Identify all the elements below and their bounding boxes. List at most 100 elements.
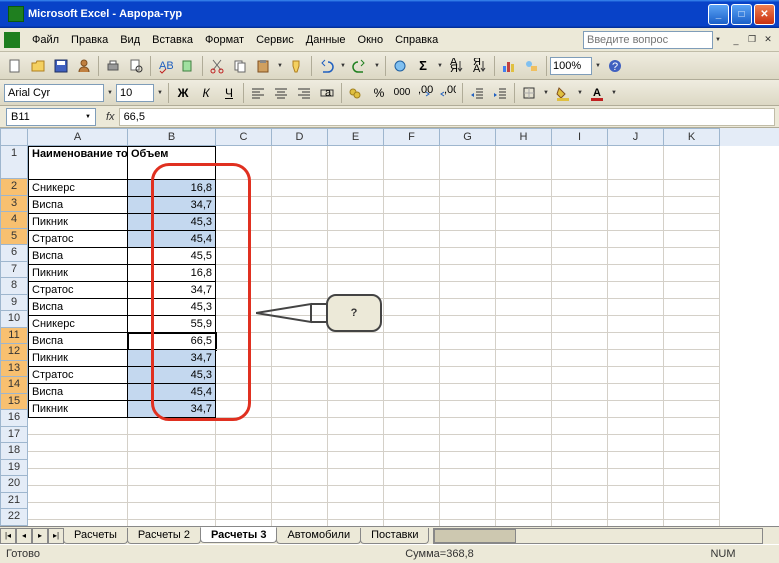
cell-empty[interactable]	[328, 452, 384, 469]
cell-empty[interactable]	[272, 486, 328, 503]
permissions-button[interactable]	[73, 55, 95, 77]
cell-empty[interactable]	[216, 231, 272, 248]
row-header-15[interactable]: 15	[0, 394, 28, 411]
cell-A6[interactable]: Виспа	[28, 248, 128, 265]
cell-empty[interactable]	[664, 350, 720, 367]
row-header-5[interactable]: 5	[0, 229, 28, 246]
cell-empty[interactable]	[664, 231, 720, 248]
app-menu-icon[interactable]	[4, 32, 20, 48]
cell-A18[interactable]	[28, 452, 128, 469]
col-header-A[interactable]: A	[28, 128, 128, 146]
cell-empty[interactable]	[440, 469, 496, 486]
cell-B12[interactable]: 34,7	[128, 350, 216, 367]
redo-dropdown-icon[interactable]: ▼	[372, 63, 382, 69]
cell-A2[interactable]: Сникерс	[28, 180, 128, 197]
cell-empty[interactable]	[440, 146, 496, 180]
cell-empty[interactable]	[664, 299, 720, 316]
col-header-H[interactable]: H	[496, 128, 552, 146]
cell-B6[interactable]: 45,5	[128, 248, 216, 265]
cell-A1[interactable]: Наименование товара	[28, 146, 128, 180]
italic-button[interactable]: К	[195, 82, 217, 104]
cell-empty[interactable]	[552, 469, 608, 486]
cell-empty[interactable]	[608, 231, 664, 248]
cell-empty[interactable]	[440, 503, 496, 520]
cell-empty[interactable]	[384, 503, 440, 520]
cell-empty[interactable]	[552, 146, 608, 180]
cell-empty[interactable]	[496, 452, 552, 469]
cell-empty[interactable]	[608, 214, 664, 231]
cell-B22[interactable]	[128, 520, 216, 526]
cell-empty[interactable]	[328, 520, 384, 526]
cell-empty[interactable]	[440, 282, 496, 299]
cell-empty[interactable]	[608, 265, 664, 282]
name-box[interactable]: B11▼	[6, 108, 96, 126]
open-button[interactable]	[27, 55, 49, 77]
cell-empty[interactable]	[664, 197, 720, 214]
cell-empty[interactable]	[664, 469, 720, 486]
cell-empty[interactable]	[328, 146, 384, 180]
cell-empty[interactable]	[216, 316, 272, 333]
cell-empty[interactable]	[664, 452, 720, 469]
doc-restore-button[interactable]: ❐	[745, 33, 759, 47]
row-header-4[interactable]: 4	[0, 212, 28, 229]
cell-B11[interactable]: 66,5	[128, 333, 216, 350]
cell-empty[interactable]	[496, 418, 552, 435]
cell-empty[interactable]	[496, 180, 552, 197]
cell-empty[interactable]	[328, 503, 384, 520]
row-header-11[interactable]: 11	[0, 328, 28, 345]
cell-empty[interactable]	[384, 384, 440, 401]
cell-B13[interactable]: 45,3	[128, 367, 216, 384]
spelling-button[interactable]: ABC	[154, 55, 176, 77]
cell-empty[interactable]	[552, 435, 608, 452]
size-dropdown-icon[interactable]: ▼	[155, 90, 165, 96]
cell-B8[interactable]: 34,7	[128, 282, 216, 299]
cell-A7[interactable]: Пикник	[28, 265, 128, 282]
cell-empty[interactable]	[272, 282, 328, 299]
cell-A20[interactable]	[28, 486, 128, 503]
save-button[interactable]	[50, 55, 72, 77]
cell-A11[interactable]: Виспа	[28, 333, 128, 350]
cell-empty[interactable]	[272, 350, 328, 367]
row-header-12[interactable]: 12	[0, 344, 28, 361]
cell-B15[interactable]: 34,7	[128, 401, 216, 418]
col-header-E[interactable]: E	[328, 128, 384, 146]
cell-empty[interactable]	[272, 299, 328, 316]
cell-empty[interactable]	[608, 333, 664, 350]
cell-empty[interactable]	[216, 418, 272, 435]
cell-empty[interactable]	[440, 265, 496, 282]
cell-empty[interactable]	[272, 180, 328, 197]
cell-empty[interactable]	[496, 299, 552, 316]
cell-empty[interactable]	[384, 316, 440, 333]
cell-empty[interactable]	[328, 333, 384, 350]
horizontal-scrollbar[interactable]	[433, 528, 763, 544]
undo-button[interactable]	[315, 55, 337, 77]
cell-empty[interactable]	[552, 384, 608, 401]
cell-A16[interactable]	[28, 418, 128, 435]
cell-empty[interactable]	[328, 231, 384, 248]
cell-empty[interactable]	[552, 248, 608, 265]
sheet-tab-1[interactable]: Расчеты 2	[127, 528, 201, 544]
row-header-14[interactable]: 14	[0, 377, 28, 394]
cell-B5[interactable]: 45,4	[128, 231, 216, 248]
cell-empty[interactable]	[216, 299, 272, 316]
col-header-J[interactable]: J	[608, 128, 664, 146]
cell-A4[interactable]: Пикник	[28, 214, 128, 231]
cell-A15[interactable]: Пикник	[28, 401, 128, 418]
increase-indent-button[interactable]	[489, 82, 511, 104]
cell-empty[interactable]	[440, 299, 496, 316]
row-header-22[interactable]: 22	[0, 509, 28, 526]
cell-empty[interactable]	[440, 333, 496, 350]
drawing-button[interactable]	[521, 55, 543, 77]
cell-empty[interactable]	[608, 384, 664, 401]
row-header-3[interactable]: 3	[0, 196, 28, 213]
fontcolor-dropdown-icon[interactable]: ▼	[609, 90, 619, 96]
autosum-dropdown-icon[interactable]: ▼	[435, 63, 445, 69]
cell-empty[interactable]	[272, 214, 328, 231]
font-name-input[interactable]	[4, 84, 104, 102]
menu-format[interactable]: Формат	[199, 32, 250, 48]
cell-empty[interactable]	[272, 146, 328, 180]
cell-empty[interactable]	[440, 486, 496, 503]
cell-empty[interactable]	[216, 333, 272, 350]
select-all-corner[interactable]	[0, 128, 28, 146]
col-header-D[interactable]: D	[272, 128, 328, 146]
